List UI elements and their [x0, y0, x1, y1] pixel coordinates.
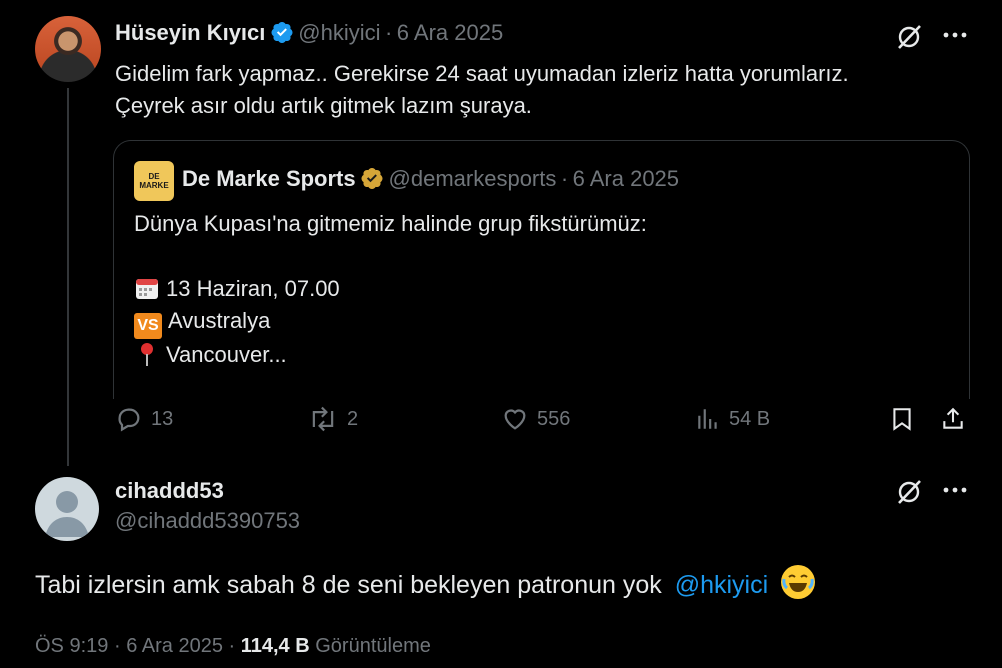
author-name[interactable]: cihaddd53	[115, 478, 300, 504]
like-button[interactable]: 556	[501, 405, 570, 433]
repost-button[interactable]: 2	[307, 405, 358, 433]
more-icon[interactable]	[942, 25, 968, 45]
tweet-date[interactable]: 6 Ara 2025	[126, 635, 223, 657]
reply-count: 13	[151, 407, 174, 430]
quote-header: De Marke Sports @demarkesports · 6 Ara 2…	[182, 166, 679, 192]
tweet-text: Tabi izlersin amk sabah 8 de seni bekley…	[35, 571, 662, 599]
tweet-date[interactable]: 6 Ara 2025	[397, 20, 503, 45]
bookmark-button[interactable]	[889, 405, 915, 433]
views-icon	[698, 409, 717, 429]
tweet1-header: Hüseyin Kıyıcı @hkiyici · 6 Ara 2025	[115, 20, 503, 46]
separator: ·	[560, 166, 569, 191]
tweet2-meta: ÖS 9:19 · 6 Ara 2025 · 114,4 B Görüntüle…	[35, 635, 431, 658]
like-count: 556	[537, 407, 571, 430]
laughing-emoji	[781, 565, 816, 599]
pin-icon	[141, 343, 153, 366]
verified-icon	[271, 22, 293, 43]
quote-fixture-date: 13 Haziran, 07.00	[134, 273, 647, 305]
reply-button[interactable]: 13	[115, 405, 173, 433]
mention-link[interactable]: @hkiyici	[675, 571, 768, 599]
thread-line	[67, 88, 69, 466]
tweet2-text: Tabi izlersin amk sabah 8 de seni bekley…	[35, 565, 816, 600]
share-icon	[943, 407, 963, 429]
quote-handle[interactable]: @demarkesports	[389, 166, 557, 191]
grok-icon[interactable]	[895, 478, 923, 506]
vs-icon: VS	[134, 313, 162, 339]
quote-body: Dünya Kupası'na gitmemiz halinde grup fi…	[134, 208, 647, 371]
tweet1-text: Gidelim fark yapmaz.. Gerekirse 24 saat …	[115, 58, 849, 122]
avatar-cihaddd[interactable]	[35, 477, 99, 541]
quote-fixture-opponent: VS Avustralya	[134, 305, 647, 339]
repost-icon	[312, 406, 334, 432]
tweet2-author: cihaddd53 @cihaddd5390753	[115, 478, 300, 534]
avatar-huseyin[interactable]	[35, 16, 101, 82]
like-icon	[504, 409, 526, 430]
quote-author-name[interactable]: De Marke Sports	[182, 166, 356, 191]
quote-text-line: Dünya Kupası'na gitmemiz halinde grup fi…	[134, 211, 647, 236]
repost-count: 2	[347, 407, 359, 430]
quote-fixture-venue: Vancouver...	[134, 339, 647, 371]
bookmark-icon	[893, 408, 911, 431]
tweet-time[interactable]: ÖS 9:19	[35, 635, 108, 657]
more-icon[interactable]	[942, 480, 968, 500]
quote-date[interactable]: 6 Ara 2025	[573, 166, 679, 191]
author-handle[interactable]: @hkiyici	[298, 20, 380, 45]
separator: ·	[113, 635, 121, 657]
views-button[interactable]: 54 B	[695, 405, 770, 433]
grok-icon[interactable]	[895, 23, 923, 51]
gold-verified-icon	[361, 168, 383, 189]
views-count: 114,4 B	[240, 635, 310, 657]
tweet-text-line: Gidelim fark yapmaz.. Gerekirse 24 saat …	[115, 61, 849, 86]
calendar-icon	[136, 279, 158, 299]
separator: ·	[384, 20, 393, 45]
views-count: 54 B	[729, 407, 771, 430]
tweet-text-line: Çeyrek asır oldu artık gitmek lazım şura…	[115, 93, 532, 118]
reply-icon	[118, 408, 140, 432]
separator: ·	[228, 635, 236, 657]
quote-logo: DE MARKE	[134, 161, 174, 201]
share-button[interactable]	[940, 405, 966, 433]
author-name[interactable]: Hüseyin Kıyıcı	[115, 20, 265, 45]
views-label: Görüntüleme	[315, 635, 431, 657]
author-handle[interactable]: @cihaddd5390753	[115, 508, 300, 534]
